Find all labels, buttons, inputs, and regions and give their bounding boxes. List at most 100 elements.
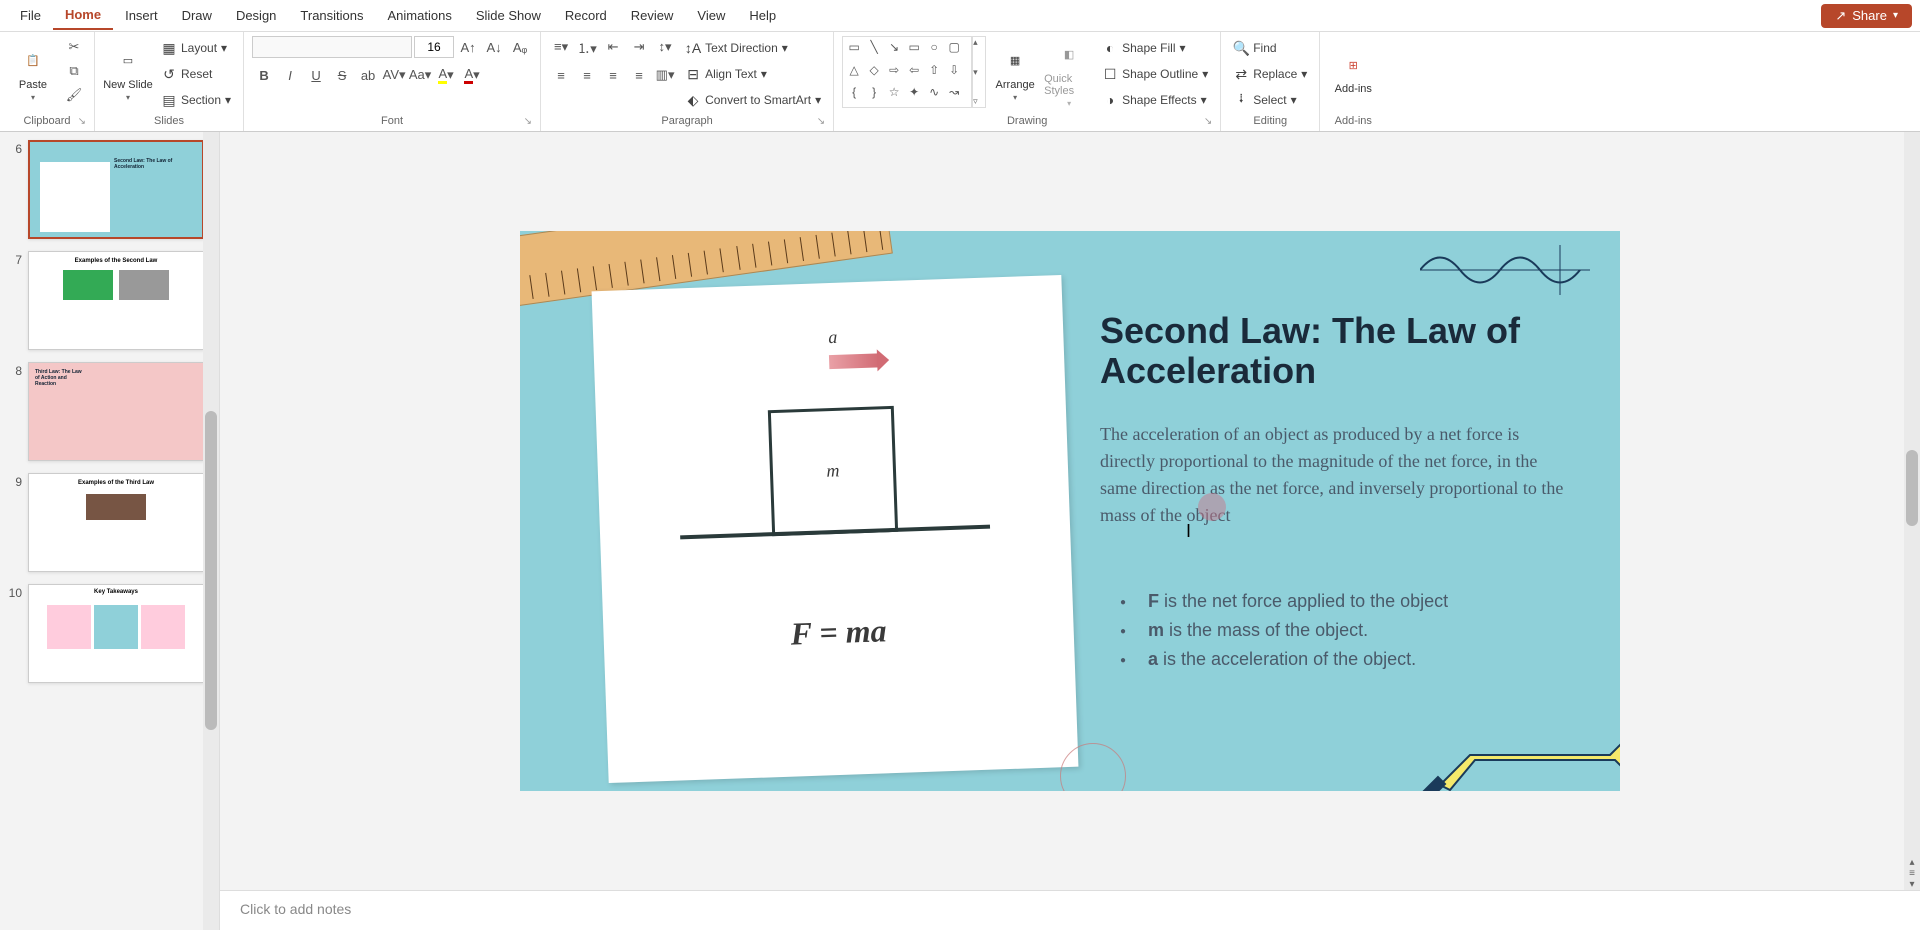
shape-arrow-u-icon[interactable]: ⇧ — [925, 62, 943, 78]
slide-content[interactable]: a m F = ma Second Law: The Law of Accele… — [520, 231, 1620, 791]
increase-font-button[interactable]: A↑ — [456, 36, 480, 58]
slide-body-text[interactable]: The acceleration of an object as produce… — [1100, 421, 1570, 529]
shape-curve-icon[interactable]: ∿ — [925, 84, 943, 100]
clear-formatting-button[interactable]: Aᵩ — [508, 36, 532, 58]
tab-home[interactable]: Home — [53, 1, 113, 30]
font-size-select[interactable] — [414, 36, 454, 58]
slide-thumbnail-8[interactable]: Third Law: The Law of Action and Reactio… — [28, 362, 204, 461]
section-button[interactable]: ▤Section ▾ — [157, 88, 235, 112]
shape-fill-button[interactable]: ◐Shape Fill ▾ — [1098, 36, 1212, 60]
font-family-select[interactable] — [252, 36, 412, 58]
tab-view[interactable]: View — [685, 2, 737, 29]
shape-connector-icon[interactable]: ↝ — [945, 84, 963, 100]
share-button[interactable]: Share — [1821, 4, 1912, 28]
tab-insert[interactable]: Insert — [113, 2, 170, 29]
shape-textbox-icon[interactable]: ▭ — [845, 39, 863, 55]
underline-button[interactable]: U — [304, 64, 328, 86]
font-launcher-icon[interactable]: ↘ — [524, 116, 532, 127]
tab-transitions[interactable]: Transitions — [288, 2, 375, 29]
shape-diamond-icon[interactable]: ◇ — [865, 62, 883, 78]
highlight-button[interactable]: A▾ — [434, 64, 458, 86]
shape-arrow-r-icon[interactable]: ⇨ — [885, 62, 903, 78]
copy-button[interactable]: ⧉ — [62, 60, 86, 82]
shadow-button[interactable]: ab — [356, 64, 380, 86]
bold-button[interactable]: B — [252, 64, 276, 86]
clipboard-launcher-icon[interactable]: ↘ — [78, 116, 86, 127]
tab-help[interactable]: Help — [737, 2, 788, 29]
decrease-font-button[interactable]: A↓ — [482, 36, 506, 58]
shape-roundrect-icon[interactable]: ▢ — [945, 39, 963, 55]
arrange-button[interactable]: ▦ Arrange — [990, 36, 1040, 110]
tab-design[interactable]: Design — [224, 2, 288, 29]
increase-indent-button[interactable]: ⇥ — [627, 36, 651, 58]
paragraph-label: Paragraph — [661, 115, 712, 127]
shapes-scroll[interactable]: ▴▾▿ — [972, 36, 986, 108]
addins-button[interactable]: ⊞ Add-ins — [1328, 36, 1378, 110]
columns-button[interactable]: ▥▾ — [653, 64, 677, 86]
thumbnails-scrollbar[interactable] — [203, 132, 219, 930]
format-painter-button[interactable]: 🖌 — [62, 84, 86, 106]
text-direction-button[interactable]: ↕AText Direction ▾ — [681, 36, 825, 60]
slide-thumbnail-10[interactable]: Key Takeaways — [28, 584, 204, 683]
italic-button[interactable]: I — [278, 64, 302, 86]
paste-button[interactable]: 📋 Paste — [8, 36, 58, 110]
numbering-button[interactable]: ⒈▾ — [575, 36, 599, 58]
drawing-launcher-icon[interactable]: ↘ — [1204, 116, 1212, 127]
tab-record[interactable]: Record — [553, 2, 619, 29]
slide-nav-arrows[interactable]: ▴≡▾ — [1904, 857, 1920, 890]
new-slide-button[interactable]: ▭ New Slide — [103, 36, 153, 110]
convert-smartart-button[interactable]: ⬖Convert to SmartArt ▾ — [681, 88, 825, 112]
slide-vertical-scrollbar[interactable] — [1904, 132, 1920, 890]
slide-title[interactable]: Second Law: The Law of Acceleration — [1100, 311, 1540, 390]
line-spacing-button[interactable]: ↕▾ — [653, 36, 677, 58]
shapes-gallery[interactable]: ▭ ╲ ↘ ▭ ○ ▢ △ ◇ ⇨ ⇦ ⇧ ⇩ { } ☆ ✦ ∿ — [842, 36, 972, 108]
shape-line-icon[interactable]: ╲ — [865, 39, 883, 55]
slide-thumbnail-6[interactable]: Second Law: The Law of Acceleration — [28, 140, 204, 239]
tab-review[interactable]: Review — [619, 2, 686, 29]
shape-arrow-d-icon[interactable]: ⇩ — [945, 62, 963, 78]
tab-slideshow[interactable]: Slide Show — [464, 2, 553, 29]
align-text-button[interactable]: ⊟Align Text ▾ — [681, 62, 825, 86]
bullets-button[interactable]: ≡▾ — [549, 36, 573, 58]
align-center-button[interactable]: ≡ — [575, 64, 599, 86]
shape-oval-icon[interactable]: ○ — [925, 39, 943, 55]
shape-callout-icon[interactable]: ✦ — [905, 84, 923, 100]
tab-draw[interactable]: Draw — [170, 2, 224, 29]
char-spacing-button[interactable]: AV▾ — [382, 64, 406, 86]
tab-animations[interactable]: Animations — [376, 2, 464, 29]
shape-brace-l-icon[interactable]: { — [845, 84, 863, 100]
shape-arrow-l-icon[interactable]: ⇦ — [905, 62, 923, 78]
shape-brace-r-icon[interactable]: } — [865, 84, 883, 100]
shape-line2-icon[interactable]: ↘ — [885, 39, 903, 55]
shape-outline-button[interactable]: ☐Shape Outline ▾ — [1098, 62, 1212, 86]
slide-bullet-list[interactable]: F is the net force applied to the object… — [1120, 591, 1560, 678]
decrease-indent-button[interactable]: ⇤ — [601, 36, 625, 58]
layout-button[interactable]: ▦Layout ▾ — [157, 36, 235, 60]
find-button[interactable]: 🔍Find — [1229, 36, 1311, 60]
tab-file[interactable]: File — [8, 2, 53, 29]
shape-effects-button[interactable]: ◑Shape Effects ▾ — [1098, 88, 1212, 112]
notes-pane[interactable]: Click to add notes — [220, 890, 1920, 930]
quick-styles-button[interactable]: ◧ Quick Styles — [1044, 36, 1094, 110]
shape-rect-icon[interactable]: ▭ — [905, 39, 923, 55]
strikethrough-button[interactable]: S — [330, 64, 354, 86]
justify-button[interactable]: ≡ — [627, 64, 651, 86]
bullet-item[interactable]: a is the acceleration of the object. — [1120, 649, 1560, 670]
replace-button[interactable]: ⇄Replace ▾ — [1229, 62, 1311, 86]
change-case-button[interactable]: Aa▾ — [408, 64, 432, 86]
font-color-button[interactable]: A▾ — [460, 64, 484, 86]
bullet-item[interactable]: F is the net force applied to the object — [1120, 591, 1560, 612]
paragraph-launcher-icon[interactable]: ↘ — [817, 116, 825, 127]
shape-triangle-icon[interactable]: △ — [845, 62, 863, 78]
cut-button[interactable]: ✂ — [62, 36, 86, 58]
slide-thumbnail-9[interactable]: Examples of the Third Law — [28, 473, 204, 572]
align-right-button[interactable]: ≡ — [601, 64, 625, 86]
slide-canvas[interactable]: a m F = ma Second Law: The Law of Accele… — [220, 132, 1920, 890]
reset-button[interactable]: ↺Reset — [157, 62, 235, 86]
addins-icon: ⊞ — [1337, 49, 1369, 81]
shape-star-icon[interactable]: ☆ — [885, 84, 903, 100]
bullet-item[interactable]: m is the mass of the object. — [1120, 620, 1560, 641]
select-button[interactable]: ⭭Select ▾ — [1229, 88, 1311, 112]
align-left-button[interactable]: ≡ — [549, 64, 573, 86]
slide-thumbnail-7[interactable]: Examples of the Second Law — [28, 251, 204, 350]
